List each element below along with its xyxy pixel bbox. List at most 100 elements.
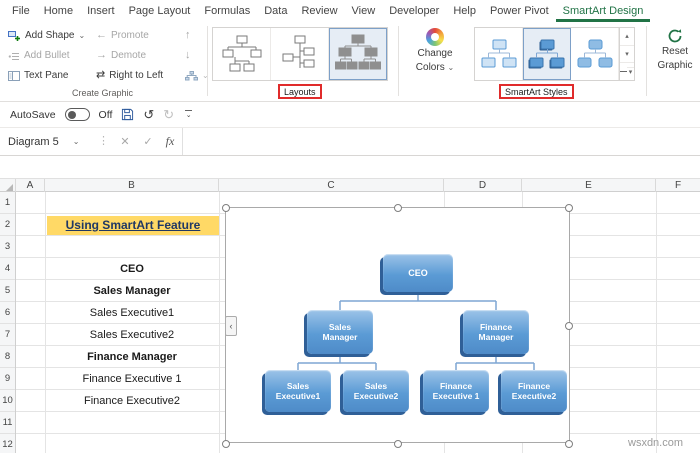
row-header-9[interactable]: 9: [0, 368, 15, 390]
selection-handle-bottom-right[interactable]: [565, 440, 573, 448]
column-header-b[interactable]: B: [45, 179, 219, 192]
row-header-1[interactable]: 1: [0, 192, 15, 214]
tab-help[interactable]: Help: [446, 0, 483, 22]
insert-function-button[interactable]: fx: [160, 128, 180, 155]
selection-handle-right-center[interactable]: [565, 322, 573, 330]
tab-view[interactable]: View: [345, 0, 383, 22]
change-colors-button[interactable]: Change Colors ⌄: [402, 28, 468, 74]
demote-button[interactable]: → Demote: [96, 47, 163, 64]
tab-insert[interactable]: Insert: [80, 0, 122, 22]
selection-handle-bottom-center[interactable]: [394, 440, 402, 448]
layout-thumbnail-1[interactable]: [213, 28, 271, 80]
move-down-button[interactable]: ↓: [185, 47, 209, 64]
tab-data[interactable]: Data: [257, 0, 294, 22]
promote-icon: ←: [96, 29, 107, 41]
group-divider: [398, 26, 399, 96]
row-header-12[interactable]: 12: [0, 434, 15, 453]
node-sales-manager[interactable]: Sales Manager: [307, 310, 373, 354]
tab-file[interactable]: File: [0, 0, 37, 22]
node-finance-manager[interactable]: Finance Manager: [463, 310, 529, 354]
redo-button[interactable]: ↻: [163, 108, 174, 121]
move-up-button[interactable]: ↑: [185, 27, 209, 44]
row-header-6[interactable]: 6: [0, 302, 15, 324]
promote-button[interactable]: ← Promote: [96, 27, 163, 44]
save-icon[interactable]: [121, 108, 134, 121]
chevron-down-icon: ⌄: [78, 30, 86, 40]
layout-dropdown-button[interactable]: ⌄: [185, 67, 209, 84]
tab-smartart-design[interactable]: SmartArt Design: [556, 0, 651, 22]
smartart-styles-group-label: SmartArt Styles: [499, 84, 574, 99]
cell-b6-sales-executive1[interactable]: Sales Executive1: [45, 302, 219, 324]
cell-b4-ceo[interactable]: CEO: [45, 258, 219, 280]
reset-label-line2: Graphic: [657, 60, 693, 71]
cell-b9-finance-executive1[interactable]: Finance Executive 1: [45, 368, 219, 390]
add-shape-button[interactable]: Add Shape ⌄: [8, 27, 85, 44]
select-all-button[interactable]: [0, 179, 16, 192]
gallery-scroll-down-button[interactable]: ▾: [620, 44, 634, 63]
style-thumbnail-2-selected[interactable]: [523, 28, 571, 80]
change-colors-label-line2: Colors ⌄: [415, 62, 455, 73]
layout-thumbnail-3-selected[interactable]: [329, 28, 387, 80]
autosave-toggle[interactable]: [64, 108, 90, 121]
smartart-canvas[interactable]: CEO Sales Manager Finance Manager Sales …: [222, 204, 573, 448]
cell-b7-sales-executive2[interactable]: Sales Executive2: [45, 324, 219, 346]
row-header-8[interactable]: 8: [0, 346, 15, 368]
row-header-11[interactable]: 11: [0, 412, 15, 434]
tab-developer[interactable]: Developer: [382, 0, 446, 22]
name-box[interactable]: Diagram 5 ⌄: [0, 128, 95, 155]
add-bullet-button[interactable]: Add Bullet: [8, 47, 85, 64]
style-thumbnail-3[interactable]: [571, 28, 619, 80]
tab-home[interactable]: Home: [37, 0, 80, 22]
tab-review[interactable]: Review: [294, 0, 344, 22]
tab-formulas[interactable]: Formulas: [197, 0, 257, 22]
row-header-10[interactable]: 10: [0, 390, 15, 412]
tab-power-pivot[interactable]: Power Pivot: [483, 0, 556, 22]
node-finance-executive1[interactable]: Finance Executive 1: [423, 370, 489, 412]
smartart-styles-gallery: ▴ ▾ ▾: [474, 27, 635, 81]
reset-label-line1: Reset: [661, 46, 689, 57]
enter-button[interactable]: ✓: [138, 128, 158, 155]
undo-button[interactable]: ↺: [143, 108, 154, 121]
row-header-3[interactable]: 3: [0, 236, 15, 258]
column-header-f[interactable]: F: [656, 179, 700, 192]
cancel-button[interactable]: ✕: [115, 128, 135, 155]
column-header-a[interactable]: A: [16, 179, 45, 192]
org-chart-layout-icon: [222, 35, 261, 72]
cell-b10-finance-executive2[interactable]: Finance Executive2: [45, 390, 219, 412]
name-box-dropdown-icon[interactable]: ⌄: [73, 137, 80, 146]
gallery-more-button[interactable]: ▾: [620, 62, 634, 80]
column-header-e[interactable]: E: [522, 179, 656, 192]
cell-b5-sales-manager[interactable]: Sales Manager: [45, 280, 219, 302]
layout-thumbnail-2[interactable]: [271, 28, 329, 80]
node-sales-executive2[interactable]: Sales Executive2: [343, 370, 409, 412]
row-header-4[interactable]: 4: [0, 258, 15, 280]
layouts-group-label: Layouts: [278, 84, 322, 99]
row-header-2[interactable]: 2: [0, 214, 15, 236]
column-header-d[interactable]: D: [444, 179, 522, 192]
text-pane-toggle-button[interactable]: ‹: [225, 316, 237, 336]
name-box-resize-handle[interactable]: ⋮: [98, 134, 109, 147]
node-finance-executive2[interactable]: Finance Executive2: [501, 370, 567, 412]
node-sales-executive1[interactable]: Sales Executive1: [265, 370, 331, 412]
cell-b8-finance-manager[interactable]: Finance Manager: [45, 346, 219, 368]
worksheet-title-cell[interactable]: Using SmartArt Feature: [47, 216, 219, 235]
style-thumbnail-1[interactable]: [475, 28, 523, 80]
column-header-c[interactable]: C: [219, 179, 444, 192]
formula-input[interactable]: [182, 128, 700, 155]
customize-qat-button[interactable]: ⌄: [183, 110, 194, 119]
text-pane-button[interactable]: Text Pane: [8, 67, 85, 84]
selection-handle-bottom-left[interactable]: [222, 440, 230, 448]
reset-graphic-button[interactable]: Reset Graphic: [650, 28, 700, 72]
gallery-scroll-up-button[interactable]: ▴: [620, 28, 634, 45]
selection-handle-top-left[interactable]: [222, 204, 230, 212]
hanging-layout-icon: [282, 35, 314, 68]
row-header-7[interactable]: 7: [0, 324, 15, 346]
right-to-left-button[interactable]: ⇄ Right to Left: [96, 67, 163, 84]
node-ceo[interactable]: CEO: [383, 254, 453, 292]
create-graphic-col3: ↑ ↓ ⌄: [185, 27, 209, 84]
selection-handle-top-center[interactable]: [394, 204, 402, 212]
tab-page-layout[interactable]: Page Layout: [122, 0, 198, 22]
row-header-5[interactable]: 5: [0, 280, 15, 302]
selection-handle-top-right[interactable]: [565, 204, 573, 212]
sheet-grid[interactable]: Using SmartArt Feature CEO Sales Manager…: [16, 192, 700, 453]
